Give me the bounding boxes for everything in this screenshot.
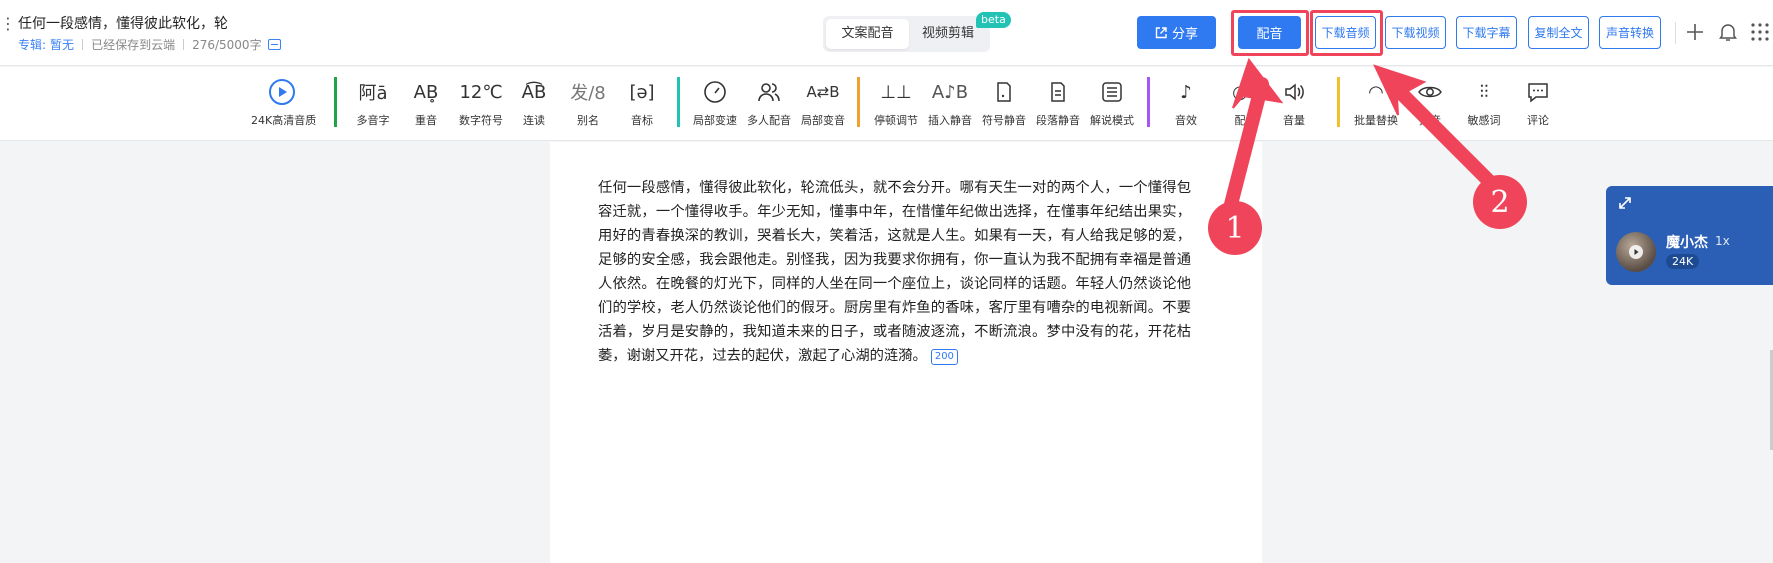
paragraph-mute-icon	[1051, 82, 1065, 102]
beta-badge: beta	[976, 12, 1011, 28]
eye-icon	[1418, 86, 1442, 98]
avatar[interactable]	[1616, 232, 1656, 272]
sensitive-word-icon: ⫶⫶	[1479, 81, 1489, 103]
document-meta: 专辑: 暂无 已经保存到云端 276/5000字	[18, 36, 281, 53]
document-title[interactable]: 任何一段感情，懂得彼此软化，轮	[18, 13, 228, 33]
number-symbol-icon: 12℃	[459, 81, 503, 103]
stress-icon: AB̥	[413, 81, 439, 103]
callout-2: 2	[1473, 175, 1527, 229]
tool-music[interactable]: ◔ 配	[1210, 77, 1270, 128]
share-label: 分享	[1171, 27, 1198, 42]
meta-divider	[183, 39, 185, 50]
save-status: 已经保存到云端	[91, 38, 176, 52]
album-label: 专辑:	[18, 38, 47, 52]
tool-comment[interactable]: 评论	[1508, 77, 1568, 128]
bell-icon[interactable]	[1716, 20, 1740, 44]
pause-adjust-icon: ⊥⊥	[880, 81, 912, 103]
narration-mode-icon	[1102, 82, 1122, 102]
play-icon	[1629, 245, 1643, 259]
share-icon	[1155, 26, 1167, 38]
highlight-box-download	[1310, 10, 1383, 56]
highlight-box-dub	[1231, 10, 1309, 56]
alias-icon: 发/8	[570, 83, 606, 104]
toolbar-divider	[857, 77, 860, 127]
voice-convert-button[interactable]: 声音转换	[1599, 16, 1661, 49]
add-icon[interactable]	[1683, 20, 1707, 44]
download-video-button[interactable]: 下载视频	[1385, 16, 1446, 49]
document-editor[interactable]: 任何一段感情，懂得彼此软化，轮流低头，就不会分开。哪有天生一对的两个人，一个懂得…	[598, 176, 1191, 368]
tool-paragraph-mute[interactable]: 段落静音	[1028, 77, 1088, 128]
meta-divider	[82, 39, 84, 50]
tool-hd-audio[interactable]: 24K高清音质	[251, 77, 316, 128]
document-body-text[interactable]: 任何一段感情，懂得彼此软化，轮流低头，就不会分开。哪有天生一对的两个人，一个懂得…	[598, 180, 1191, 364]
tool-polyphone[interactable]: 阿ā 多音字	[343, 77, 403, 128]
char-count-badge: 200	[930, 349, 958, 365]
tool-local-voice-change[interactable]: A⇄B 局部变音	[793, 77, 853, 128]
top-header: ⋮ 任何一段感情，懂得彼此软化，轮 专辑: 暂无 已经保存到云端 276/500…	[0, 0, 1773, 66]
tool-insert-silence[interactable]: A♪B 插入静音	[920, 77, 980, 128]
tool-batch-replace[interactable]: ◠ 批量替换	[1346, 77, 1406, 128]
tool-sound-effect[interactable]: ♪ 音效	[1156, 77, 1216, 128]
symbol-mute-icon	[997, 82, 1011, 102]
sound-effect-icon: ♪	[1180, 81, 1192, 103]
header-divider	[1675, 22, 1676, 44]
volume-icon	[1285, 83, 1304, 101]
tab-copy-dubbing[interactable]: 文案配音	[826, 19, 909, 49]
tool-sensitive-words[interactable]: ⫶⫶ 敏感词	[1454, 77, 1514, 128]
tool-pinyin[interactable]: 拼音	[1400, 77, 1460, 128]
toolbar-divider	[1147, 77, 1150, 127]
toolbar-divider	[677, 77, 680, 127]
share-button[interactable]: 分享	[1137, 16, 1216, 49]
expand-icon[interactable]	[267, 39, 281, 50]
tool-pause-adjust[interactable]: ⊥⊥ 停顿调节	[866, 77, 926, 128]
callout-1: 1	[1208, 201, 1262, 255]
word-count: 276/5000字	[192, 38, 262, 52]
phonetic-icon: [ə]	[629, 81, 655, 103]
expand-arrows-icon[interactable]	[1618, 196, 1632, 210]
apps-grid-icon[interactable]	[1748, 20, 1772, 44]
voice-speed: 1x	[1715, 234, 1730, 248]
play-circle-icon	[269, 79, 295, 105]
tool-multi-voice[interactable]: 多人配音	[739, 77, 799, 128]
comment-icon	[1528, 83, 1548, 103]
tool-stress[interactable]: AB̥ 重音	[396, 77, 456, 128]
download-subtitles-button[interactable]: 下载字幕	[1456, 16, 1517, 49]
tool-liaison[interactable]: A͡B 连读	[504, 77, 564, 128]
tool-phonetic[interactable]: [ə] 音标	[612, 77, 672, 128]
tool-narration-mode[interactable]: 解说模式	[1082, 77, 1142, 128]
insert-silence-icon: A♪B	[931, 81, 969, 103]
tool-alias[interactable]: 发/8 别名	[558, 77, 618, 128]
tool-local-speed[interactable]: 局部变速	[685, 77, 745, 128]
voice-panel: 魔小杰 1x 24K	[1606, 186, 1773, 285]
copy-all-button[interactable]: 复制全文	[1528, 16, 1589, 49]
tool-number-symbol[interactable]: 12℃ 数字符号	[451, 77, 511, 128]
back-icon[interactable]: ⋮	[0, 14, 16, 33]
polyphone-icon: 阿ā	[358, 83, 388, 104]
users-icon	[758, 83, 780, 102]
voice-swap-icon: A⇄B	[806, 83, 840, 101]
mode-tabs: 文案配音 视频剪辑	[823, 16, 990, 52]
toolbar-divider	[334, 77, 337, 127]
speedometer-icon	[704, 81, 726, 103]
quality-tag: 24K	[1666, 254, 1700, 269]
batch-replace-icon: ◠	[1368, 81, 1384, 103]
tool-symbol-mute[interactable]: 符号静音	[974, 77, 1034, 128]
voice-name: 魔小杰	[1666, 235, 1708, 251]
liaison-icon: A͡B	[521, 81, 547, 103]
music-icon: ◔	[1232, 81, 1248, 103]
tool-volume[interactable]: 音量	[1264, 77, 1324, 128]
toolbar-divider	[1337, 77, 1340, 127]
album-value[interactable]: 暂无	[50, 36, 74, 53]
editing-toolbar: 24K高清音质 阿ā 多音字 AB̥ 重音 12℃ 数字符号 A͡B 连读 发/…	[0, 67, 1773, 141]
